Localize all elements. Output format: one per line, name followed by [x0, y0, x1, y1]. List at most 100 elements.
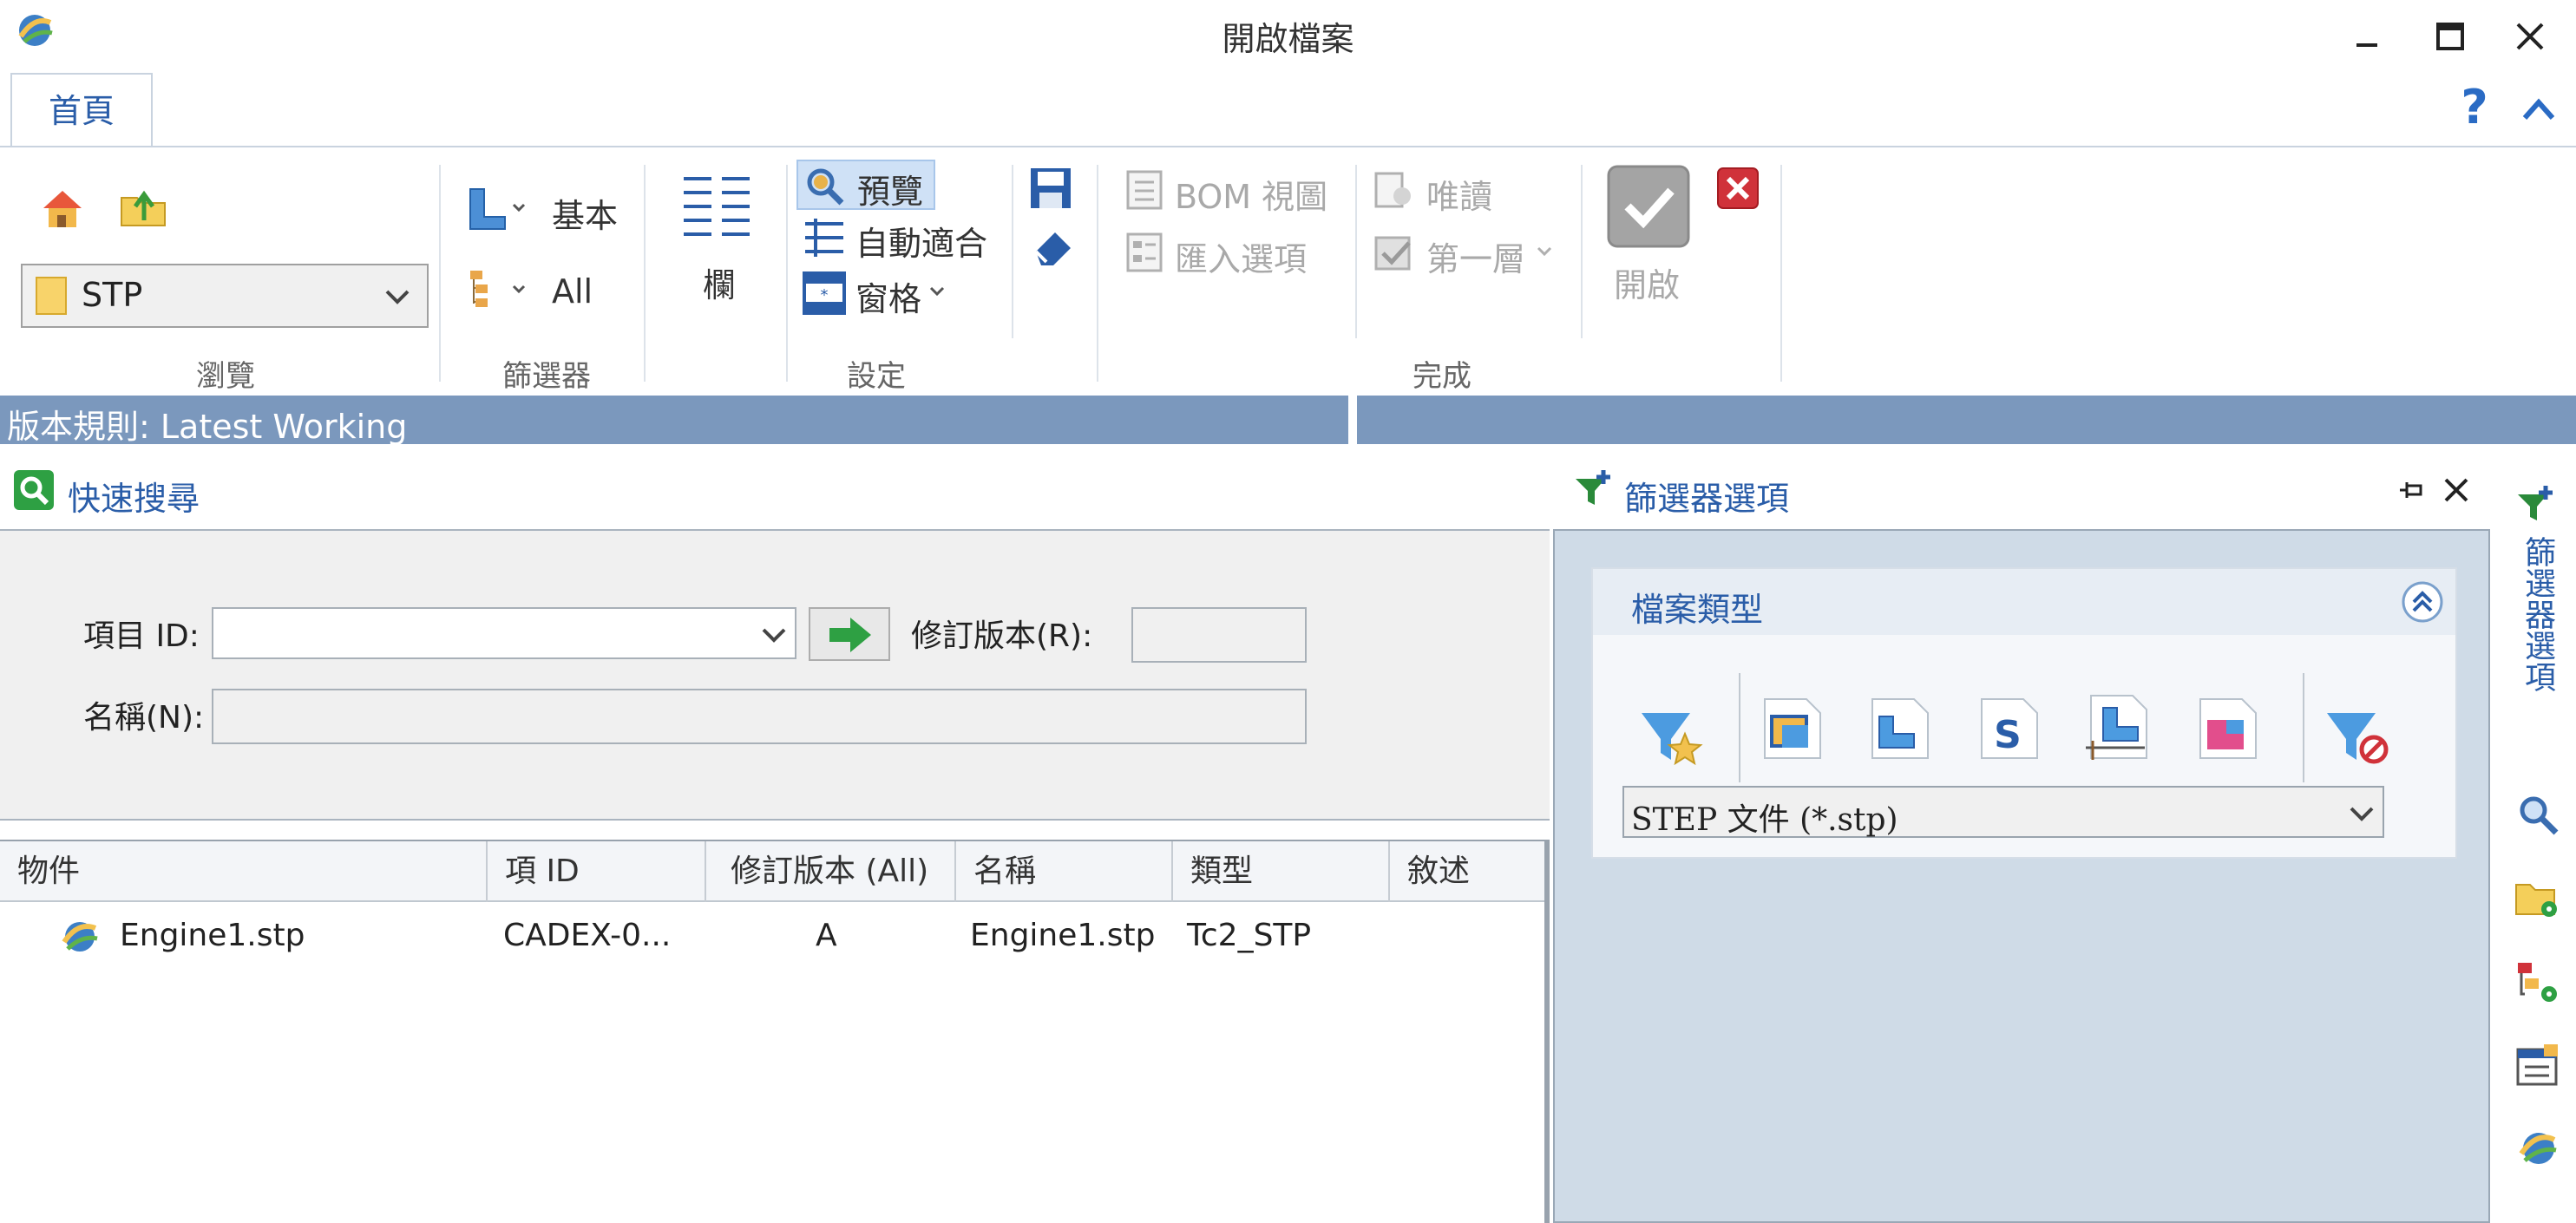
group-label-browse: 瀏覽 [196, 359, 255, 394]
save-icon[interactable] [1027, 165, 1074, 212]
file-type-dropdown[interactable]: STEP 文件 (*.stp) [1622, 786, 2384, 838]
funnel-pin-icon[interactable] [2513, 482, 2561, 529]
folder-dropdown-value: STP [82, 276, 143, 314]
columns-icon[interactable] [680, 172, 753, 248]
model-icon[interactable] [2193, 694, 2263, 763]
funnel-pin-icon [1570, 467, 1619, 513]
search-icon[interactable] [2516, 793, 2561, 838]
basic-filter-label[interactable]: 基本 [552, 189, 618, 237]
part-icon[interactable] [1865, 694, 1935, 763]
drawing-icon[interactable] [2084, 690, 2153, 763]
eraser-icon[interactable] [1029, 222, 1076, 269]
open-label: 開啟 [1614, 266, 1681, 304]
folder-up-icon[interactable] [118, 182, 170, 231]
home-icon[interactable] [38, 184, 87, 232]
column-header-revision[interactable]: 修訂版本 (All) [706, 841, 956, 902]
readonly-icon [1373, 168, 1416, 212]
preview-icon [803, 165, 845, 206]
app-icon[interactable] [2514, 1124, 2561, 1171]
tree-filter-icon[interactable] [467, 267, 528, 316]
close-icon[interactable] [2513, 19, 2547, 54]
panel-close-icon[interactable] [2442, 475, 2471, 505]
group-separator [1780, 165, 1782, 382]
revision-input[interactable] [1131, 607, 1307, 663]
file-type-section-header[interactable]: 檔案類型 [1593, 569, 2455, 635]
filter-separator [1739, 673, 1740, 782]
name-label: 名稱(N): [83, 700, 205, 736]
first-level-icon [1373, 231, 1416, 274]
column-header-description[interactable]: 敘述 [1390, 841, 1550, 902]
folder-gear-icon[interactable] [2514, 876, 2563, 921]
import-options-label: 匯入選項 [1175, 240, 1308, 278]
group-separator [1012, 165, 1013, 338]
side-tab-strip: 篩選器選項 [2492, 468, 2576, 1223]
pane-icon[interactable]: * [802, 271, 847, 316]
filter-options-title: 篩選器選項 [1624, 480, 1790, 518]
cell-object: Engine1.stp [120, 918, 305, 953]
chevron-down-icon [1536, 245, 1553, 258]
group-separator [1097, 165, 1098, 382]
chevron-down-icon [2348, 803, 2376, 824]
all-filter-label[interactable]: All [552, 272, 593, 311]
collapse-up-icon[interactable] [2400, 579, 2445, 625]
version-rule-text: 版本規則: Latest Working [7, 408, 408, 446]
svg-text:?: ? [2461, 83, 2488, 132]
sheet-icon[interactable]: S [1975, 694, 2044, 763]
tab-home[interactable]: 首頁 [10, 73, 153, 147]
group-label-filter: 篩選器 [502, 359, 591, 394]
column-header-object[interactable]: 物件 [0, 841, 488, 902]
first-level-label: 第一層 [1426, 240, 1526, 278]
search-green-icon [12, 468, 56, 512]
go-search-button[interactable] [809, 607, 890, 661]
preview-button[interactable]: 預覽 [796, 160, 935, 211]
group-separator [439, 165, 441, 382]
minimize-icon[interactable] [2350, 19, 2384, 54]
cell-revision: A [816, 918, 837, 953]
pane-label[interactable]: 窗格 [855, 272, 921, 320]
collapse-ribbon-icon[interactable] [2520, 90, 2558, 128]
cell-type: Tc2_STP [1187, 918, 1312, 953]
chevron-down-icon[interactable] [928, 284, 946, 298]
columns-label[interactable]: 欄 [703, 258, 736, 306]
group-label-done: 完成 [1413, 359, 1472, 394]
maximize-icon[interactable] [2433, 19, 2468, 54]
version-rule-bar: 版本規則: Latest Working [0, 396, 2576, 446]
quick-search-title: 快速搜尋 [68, 480, 200, 518]
assembly-icon[interactable] [1758, 694, 1827, 763]
group-separator [786, 165, 788, 382]
version-bar-splitter[interactable] [1348, 396, 1357, 444]
pin-icon[interactable] [2396, 475, 2426, 505]
table-row[interactable]: Engine1.stp CADEX-0... A Engine1.stp Tc2… [0, 904, 1550, 970]
column-header-type[interactable]: 類型 [1173, 841, 1390, 902]
group-separator [1355, 165, 1357, 338]
tree-gear-icon[interactable] [2514, 959, 2563, 1006]
item-id-combobox[interactable] [212, 607, 796, 659]
chevron-down-icon[interactable] [760, 625, 788, 645]
autofit-icon[interactable] [802, 215, 847, 260]
folder-icon [35, 276, 68, 316]
pane-splitter[interactable] [1544, 840, 1550, 1223]
cell-item-id: CADEX-0... [503, 918, 672, 953]
properties-icon[interactable] [2514, 1043, 2563, 1089]
go-arrow-icon [828, 616, 873, 654]
autofit-label[interactable]: 自動適合 [855, 217, 987, 265]
folder-dropdown[interactable]: STP [21, 264, 429, 328]
cancel-red-icon[interactable] [1716, 167, 1760, 210]
name-input[interactable] [212, 689, 1307, 744]
help-icon[interactable]: ? [2457, 83, 2492, 132]
chevron-down-icon [383, 284, 411, 309]
group-separator [644, 165, 646, 382]
favorite-filter-icon[interactable] [1636, 699, 1706, 768]
preview-label: 預覽 [857, 173, 924, 211]
svg-text:*: * [821, 286, 829, 304]
column-header-name[interactable]: 名稱 [956, 841, 1173, 902]
cell-name: Engine1.stp [970, 918, 1156, 953]
bom-view-label: BOM 視圖 [1175, 178, 1328, 216]
svg-text:S: S [1994, 713, 2022, 757]
results-table-header: 物件 項 ID 修訂版本 (All) 名稱 類型 敘述 [0, 840, 1550, 902]
side-tab-filter-options[interactable]: 篩選器選項 [2514, 536, 2560, 692]
column-header-item-id[interactable]: 項 ID [488, 841, 706, 902]
clear-filter-icon[interactable] [2322, 699, 2391, 768]
file-type-section: 檔案類型 S STEP 文件 (*.stp) [1591, 567, 2457, 859]
basic-filter-icon[interactable] [467, 186, 528, 234]
